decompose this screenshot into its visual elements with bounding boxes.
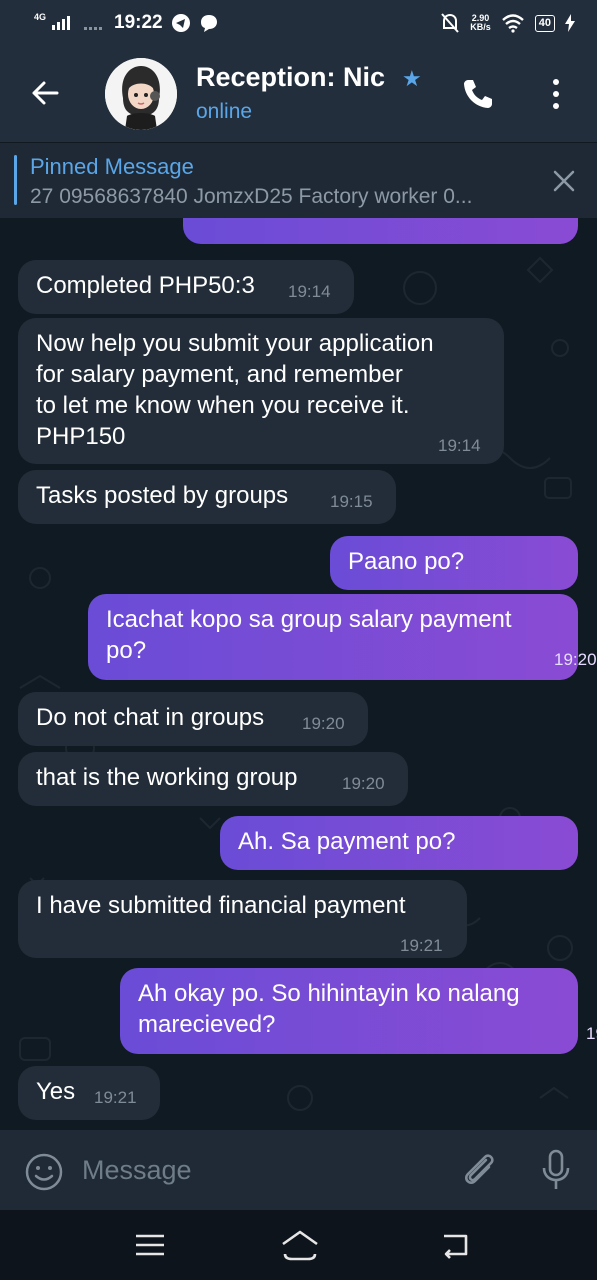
system-nav-bar — [0, 1210, 597, 1280]
signal-2-icon — [84, 16, 103, 30]
incoming-message[interactable]: Do not chat in groups 19:20 — [18, 692, 368, 746]
charging-icon — [565, 14, 575, 32]
pinned-message-label: Pinned Message — [30, 154, 194, 179]
home-icon[interactable] — [280, 1228, 320, 1262]
pinned-message-bar[interactable]: Pinned Message 27 09568637840 JomzxD25 F… — [0, 142, 597, 218]
back-arrow-icon[interactable] — [30, 78, 60, 108]
chat-title[interactable]: Reception: Nic — [196, 62, 396, 93]
message-line: Now help you submit your application — [36, 330, 434, 357]
message-timestamp: 19:21 — [586, 1024, 597, 1043]
message-timestamp: 19:14 — [288, 282, 331, 301]
message-timestamp: 19:21 — [94, 1088, 137, 1107]
wifi-icon — [501, 14, 524, 33]
message-text: that is the working group — [36, 764, 298, 791]
message-line: Icachat kopo sa group salary payment — [106, 606, 512, 633]
message-line: marecieved? — [138, 1011, 276, 1038]
chat-header: Reception: Nic ★ online — [0, 46, 597, 142]
message-text: I have submitted financial payment — [36, 892, 406, 919]
incoming-message[interactable]: Tasks posted by groups 19:15 — [18, 470, 396, 524]
recents-menu-icon[interactable] — [134, 1232, 166, 1258]
incoming-message[interactable]: Yes 19:21 — [18, 1066, 160, 1120]
message-line: for salary payment, and remember — [36, 361, 403, 388]
message-text: Now help you submit your application for … — [36, 328, 486, 452]
message-input[interactable] — [82, 1150, 442, 1190]
message-text: Icachat kopo sa group salary payment po? — [106, 604, 560, 666]
nav-back-icon[interactable] — [440, 1230, 472, 1260]
pinned-indicator — [14, 155, 17, 205]
outgoing-message[interactable]: Ah. Sa payment po?19:20 — [220, 816, 578, 870]
outgoing-message[interactable]: Paano po?19:20 — [330, 536, 578, 590]
message-text: Ah. Sa payment po? — [238, 828, 456, 855]
telegram-notification-icon — [171, 14, 190, 32]
incoming-message[interactable]: that is the working group 19:20 — [18, 752, 408, 806]
outgoing-message[interactable]: Ah okay po. So hihintayin ko nalang marec… — [120, 968, 597, 1054]
more-options-icon[interactable] — [548, 76, 564, 112]
message-timestamp: 19:14 — [438, 436, 481, 455]
network-type: 4G — [34, 12, 47, 22]
chat-notification-icon — [200, 15, 217, 32]
star-icon: ★ — [402, 66, 422, 91]
attach-icon[interactable] — [460, 1150, 498, 1190]
message-text: Paano po? — [348, 548, 465, 575]
outgoing-message[interactable]: Icachat kopo sa group salary payment po? 1… — [88, 594, 597, 680]
message-timestamp: 19:21 — [400, 936, 443, 955]
close-pinned-icon[interactable] — [552, 169, 576, 193]
signal-icon — [52, 16, 71, 30]
message-timestamp: 19:20 — [302, 714, 345, 733]
message-line: to let me know when you receive it. — [36, 392, 410, 419]
status-bar: 4G 19:22 2.90 KB/s 40 — [0, 0, 597, 46]
message-line: PHP150 — [36, 423, 126, 450]
incoming-message[interactable]: I have submitted financial payment 19:21 — [18, 880, 467, 958]
message-list[interactable]: mission?19:12 Completed PHP50:319:14 Now h… — [0, 218, 597, 1130]
battery-icon: 40 — [534, 14, 555, 32]
incoming-message[interactable]: Now help you submit your application for … — [18, 318, 504, 464]
message-line: Ah okay po. So hihintayin ko nalang — [138, 980, 520, 1007]
mute-bell-icon — [441, 13, 459, 33]
pinned-message-text: 27 09568637840 JomzxD25 Factory worker 0… — [30, 185, 473, 208]
message-timestamp: 19:20 — [554, 650, 597, 669]
incoming-message[interactable]: Completed PHP50:3 19:14 — [18, 260, 354, 314]
message-composer — [0, 1130, 597, 1210]
microphone-icon[interactable] — [540, 1148, 572, 1192]
network-speed: 2.90 KB/s — [470, 13, 491, 32]
message-timestamp: 19:20 — [342, 774, 385, 793]
message-text: Tasks posted by groups — [36, 482, 289, 509]
clock: 19:22 — [114, 12, 163, 33]
online-status: online — [196, 100, 253, 123]
message-line: po? — [106, 637, 147, 664]
phone-call-icon[interactable] — [460, 76, 496, 112]
message-text: Ah okay po. So hihintayin ko nalang marec… — [138, 978, 560, 1040]
outgoing-message[interactable]: mission?19:12 — [183, 218, 578, 244]
message-timestamp: 19:15 — [330, 492, 373, 511]
emoji-icon[interactable] — [24, 1152, 64, 1192]
avatar[interactable] — [105, 58, 177, 130]
